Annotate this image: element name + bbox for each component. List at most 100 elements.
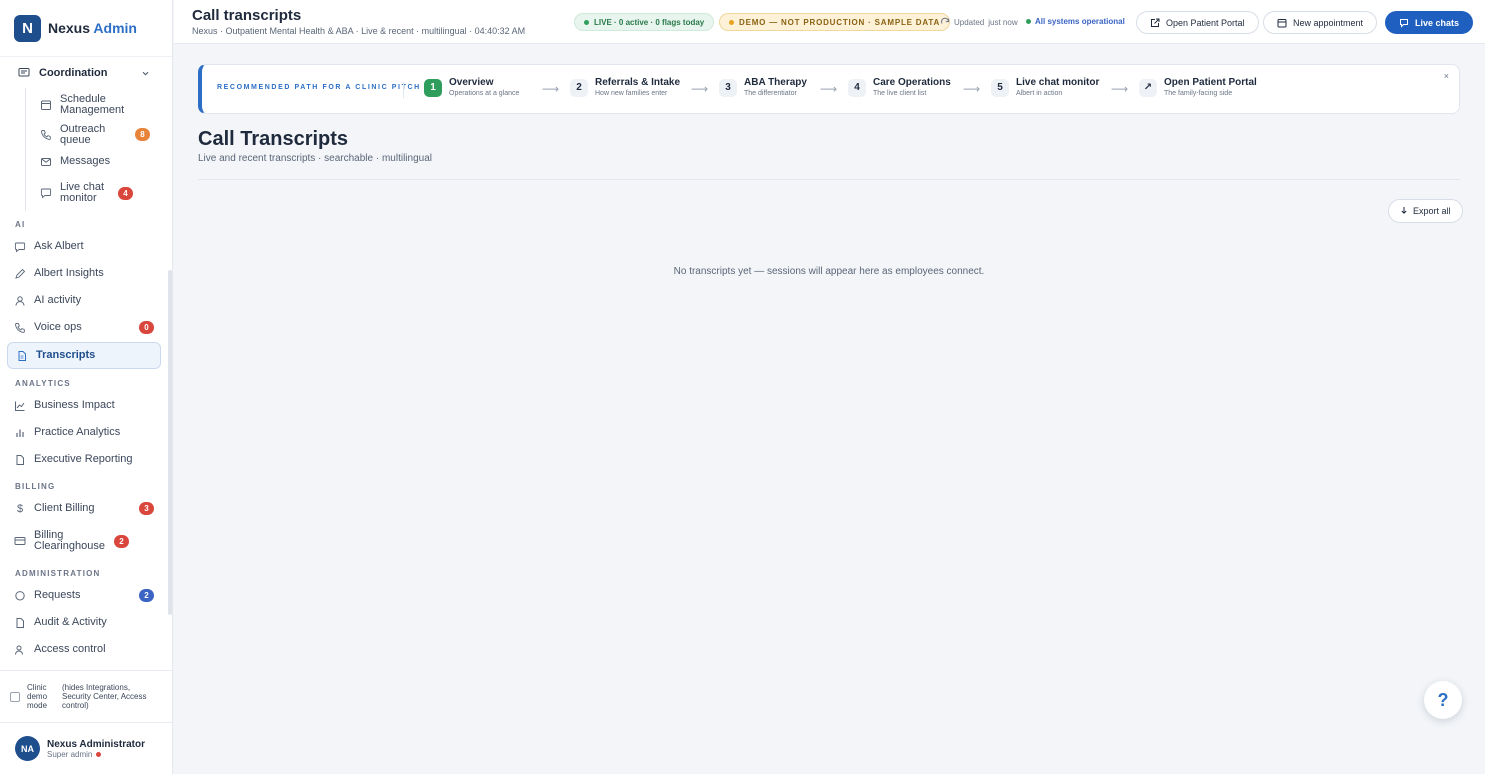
sidebar-item-ask-albert[interactable]: Ask Albert (0, 233, 168, 260)
section-label-billing: BILLING (15, 482, 56, 491)
section-label-ai: AI (15, 220, 26, 229)
sidebar-item-executive-reporting[interactable]: Executive Reporting (0, 446, 168, 473)
step-description: Operations at a glance (449, 90, 520, 97)
user-name: Nexus Administrator (47, 738, 145, 750)
export-all-button[interactable]: Export all (1388, 199, 1463, 223)
document-icon (16, 350, 28, 362)
step-title: ABA Therapy (744, 77, 807, 88)
section-label-analytics: ANALYTICS (15, 379, 71, 388)
page-header-subtitle: Nexus · Outpatient Mental Health & ABA ·… (192, 26, 526, 36)
new-appointment-button[interactable]: New appointment (1263, 11, 1378, 34)
sidebar-item-requests[interactable]: Requests 2 (0, 582, 168, 609)
step-number: 4 (848, 78, 866, 97)
pitch-step-open-patient-portal[interactable]: ↗ Open Patient Portal The family-facing s… (1139, 77, 1257, 98)
sidebar-item-label: Live chat monitor (60, 181, 105, 204)
count-badge: 2 (139, 589, 154, 602)
count-badge: 2 (114, 534, 129, 548)
users-icon (14, 644, 26, 656)
pitch-step-aba-therapy[interactable]: 3 ABA Therapy The differentiator (719, 77, 807, 98)
external-link-icon: ↗ (1139, 78, 1157, 97)
sidebar-item-billing-clearinghouse[interactable]: Billing Clearinghouse 2 (0, 522, 168, 560)
sidebar-item-audit-activity[interactable]: Audit & Activity (0, 609, 168, 636)
dollar-icon: $ (16, 502, 24, 515)
clinic-demo-mode-toggle[interactable]: Clinic demo mode (hides Integrations, Se… (0, 670, 172, 722)
step-title: Referrals & Intake (595, 77, 681, 88)
user-role: Super admin (47, 750, 145, 759)
demo-mode-checkbox[interactable] (10, 691, 20, 702)
arrow-right-icon: ⟶ (820, 82, 838, 96)
sidebar-item-outreach-queue[interactable]: Outreach queue 8 (26, 121, 168, 148)
sidebar-item-access-control[interactable]: Access control (0, 636, 168, 663)
brand[interactable]: N Nexus Admin (0, 0, 172, 57)
new-appointment-label: New appointment (1293, 17, 1364, 28)
pen-icon (14, 268, 26, 280)
count-badge: 0 (139, 321, 154, 334)
calendar-icon (40, 99, 52, 111)
status-dot-icon (96, 751, 102, 757)
avatar: NA (15, 736, 40, 761)
line-chart-icon (14, 400, 26, 412)
arrow-right-icon: ⟶ (542, 82, 560, 96)
system-status[interactable]: All systems operational (1026, 17, 1125, 26)
step-description: Albert in action (1016, 90, 1063, 97)
refresh-icon (940, 17, 950, 27)
step-title: Overview (449, 77, 494, 88)
sidebar-nav: Coordination Schedule Management Outreac… (0, 58, 168, 668)
sidebar-item-label: Executive Reporting (34, 453, 133, 465)
step-number: 1 (424, 78, 442, 97)
section-label-administration: ADMINISTRATION (15, 569, 101, 578)
sidebar-item-client-billing[interactable]: $ Client Billing 3 (0, 495, 168, 522)
phone-icon (14, 322, 26, 334)
sidebar-item-voice-ops[interactable]: Voice ops 0 (0, 314, 168, 341)
empty-state-message: No transcripts yet — sessions will appea… (673, 266, 985, 277)
sidebar-item-label: Audit & Activity (34, 616, 107, 628)
live-chats-button[interactable]: Live chats (1385, 11, 1474, 34)
download-icon (1400, 206, 1408, 216)
sidebar-item-label: Billing Clearinghouse (34, 529, 105, 552)
open-patient-portal-button[interactable]: Open Patient Portal (1136, 11, 1259, 34)
chevron-down-icon[interactable] (141, 69, 150, 78)
calendar-icon (1277, 18, 1287, 28)
sidebar-item-label: Requests (34, 589, 81, 601)
mail-icon (40, 156, 52, 168)
demo-mode-note: (hides Integrations, Security Center, Ac… (62, 683, 147, 710)
sidebar-item-messages[interactable]: Messages (26, 148, 168, 175)
demo-dot-icon (729, 19, 734, 25)
sidebar-item-business-impact[interactable]: Business Impact (0, 392, 168, 419)
sidebar-item-label: Client Billing (34, 502, 95, 514)
sidebar-item-label: Albert Insights (34, 267, 104, 279)
sidebar-item-label: Schedule Management (60, 92, 125, 116)
step-title: Live chat monitor (1016, 77, 1100, 88)
sidebar: N Nexus Admin Coordination Schedule Mana… (0, 0, 173, 774)
updated-indicator[interactable]: Updated just now (940, 17, 1018, 27)
recommended-path-banner: RECOMMENDED PATH FOR A CLINIC PITCH 1 Ov… (198, 64, 1460, 114)
status-dot-icon (1026, 19, 1031, 24)
card-icon (14, 535, 26, 547)
demo-mode-label: Clinic demo mode (27, 683, 48, 710)
sidebar-item-label: Access control (34, 643, 106, 655)
step-title: Care Operations (873, 77, 951, 88)
sidebar-item-albert-insights[interactable]: Albert Insights (0, 260, 168, 287)
group-coordination[interactable]: Coordination (0, 58, 168, 88)
pitch-step-referrals-intake[interactable]: 2 Referrals & Intake How new families ent… (570, 77, 680, 98)
live-dot-icon (584, 19, 589, 25)
external-link-icon (1150, 18, 1160, 28)
sidebar-item-label: Ask Albert (34, 240, 84, 252)
open-patient-portal-label: Open Patient Portal (1166, 17, 1245, 28)
sidebar-item-label: Practice Analytics (34, 426, 121, 438)
help-button[interactable]: ? (1424, 681, 1462, 719)
pitch-step-overview[interactable]: 1 Overview Operations at a glance (424, 77, 519, 98)
sidebar-item-ai-activity[interactable]: AI activity (0, 287, 168, 314)
pitch-step-live-chat-monitor[interactable]: 5 Live chat monitor Albert in action (991, 77, 1099, 98)
group-coordination-label: Coordination (39, 67, 108, 79)
arrow-right-icon: ⟶ (691, 82, 709, 96)
sidebar-item-schedule-management[interactable]: Schedule Management (26, 88, 168, 121)
sidebar-item-practice-analytics[interactable]: Practice Analytics (0, 419, 168, 446)
sidebar-item-live-chat-monitor[interactable]: Live chat monitor 4 (26, 175, 168, 211)
live-status-pill: LIVE · 0 active · 0 flags today (574, 13, 715, 31)
close-icon[interactable]: × (1444, 71, 1449, 81)
pitch-step-care-operations[interactable]: 4 Care Operations The live client list (848, 77, 951, 98)
sidebar-item-transcripts[interactable]: Transcripts (7, 342, 161, 369)
sidebar-scrollbar[interactable] (168, 270, 172, 615)
user-profile[interactable]: NA Nexus Administrator Super admin (0, 722, 172, 774)
